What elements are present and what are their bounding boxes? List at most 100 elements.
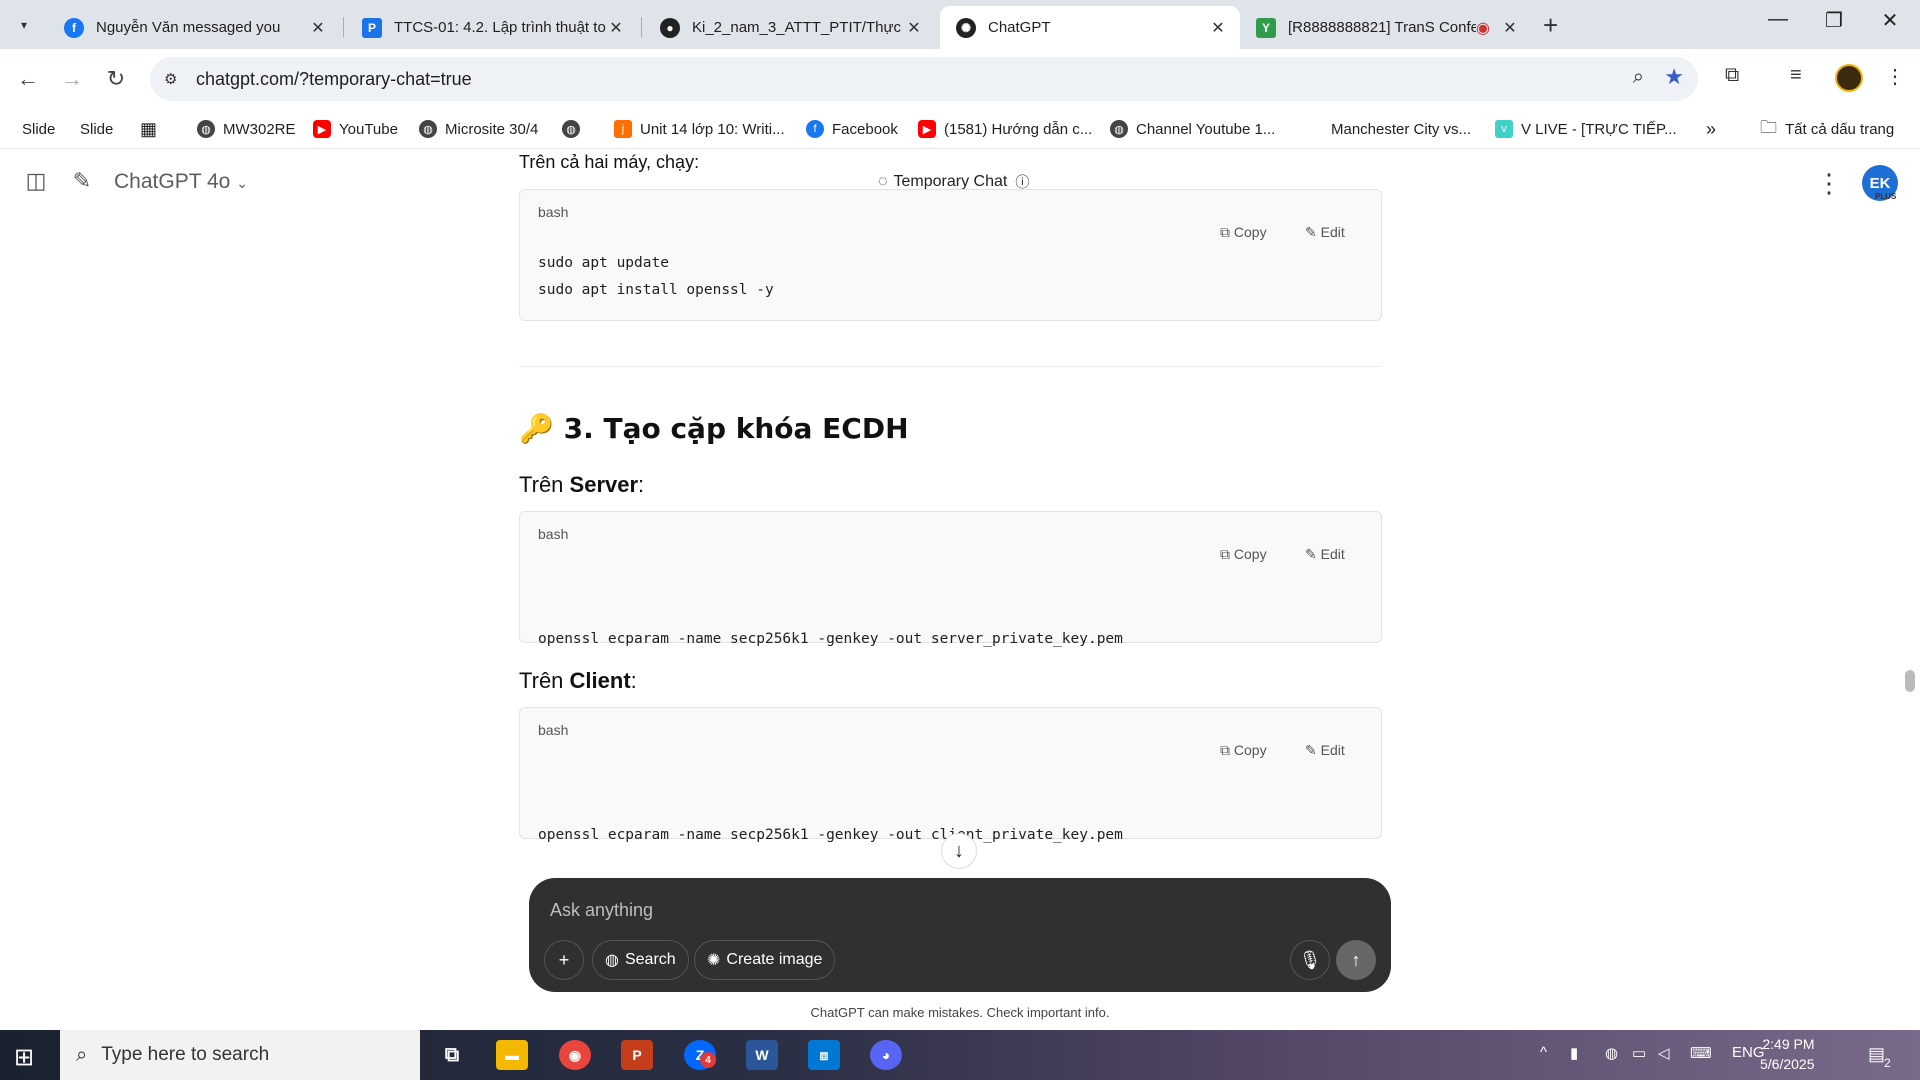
- volume-icon[interactable]: ◁: [1658, 1044, 1670, 1062]
- edit-button[interactable]: ✎ Edit: [1305, 224, 1345, 241]
- bookmark-globe[interactable]: ◍: [562, 117, 588, 141]
- page-scrollbar[interactable]: [1905, 670, 1915, 692]
- all-bookmarks[interactable]: 🗀 Tất cả dấu trang: [1760, 117, 1894, 141]
- tray-chevron-icon[interactable]: ^: [1540, 1044, 1547, 1061]
- globe-icon: ◍: [197, 120, 215, 138]
- globe-icon: ◍: [419, 120, 437, 138]
- address-bar[interactable]: ⚙ chatgpt.com/?temporary-chat=true ⌕ ★: [150, 57, 1698, 101]
- code-block-client: bash ⧉ Copy ✎ Edit openssl ecparam -name…: [519, 707, 1382, 924]
- extensions-icon[interactable]: ⧉: [1725, 64, 1739, 87]
- search-button[interactable]: ◍ Search: [592, 940, 689, 980]
- server-heading: Trên Server:: [519, 472, 645, 497]
- menu-dots-icon[interactable]: ⋮: [1885, 64, 1905, 89]
- copy-button[interactable]: ⧉ Copy: [1220, 742, 1267, 759]
- discord-icon[interactable]: ◕: [870, 1040, 902, 1070]
- new-tab-icon[interactable]: +: [1543, 10, 1558, 41]
- tab-search-icon[interactable]: ▾: [11, 12, 37, 38]
- copy-button[interactable]: ⧉ Copy: [1220, 546, 1267, 563]
- globe-icon: ◍: [1110, 120, 1128, 138]
- bookmarks-bar: Slide Slide ▦ ◍ MW302RE ▶ YouTube ◍ Microsi…: [0, 109, 1920, 149]
- model-selector[interactable]: ChatGPT 4o ⌄: [114, 170, 248, 194]
- site-info-icon[interactable]: ⚙: [164, 70, 192, 88]
- tab-facebook[interactable]: f Nguyễn Văn messaged you ✕: [48, 6, 340, 49]
- sidebar-toggle-icon[interactable]: ◫: [22, 168, 50, 196]
- globe-icon: ◍: [605, 952, 619, 969]
- close-icon[interactable]: ✕: [308, 18, 328, 38]
- notification-icon[interactable]: ▤: [1868, 1044, 1885, 1065]
- taskbar-search[interactable]: ⌕ Type here to search: [60, 1030, 420, 1080]
- file-explorer-icon[interactable]: ▬: [496, 1040, 528, 1070]
- tab-chatgpt[interactable]: ✺ ChatGPT ✕: [940, 6, 1240, 49]
- new-chat-icon[interactable]: ✎: [68, 168, 96, 196]
- minimize-icon[interactable]: —: [1758, 8, 1798, 31]
- media-control-icon[interactable]: ≡: [1790, 64, 1802, 87]
- chrome-icon[interactable]: ◉: [559, 1040, 591, 1070]
- code-block-server: bash ⧉ Copy ✎ Edit openssl ecparam -name…: [519, 511, 1382, 728]
- windows-start-icon[interactable]: ⊞: [14, 1043, 34, 1072]
- apps-grid-icon[interactable]: ▦: [140, 117, 157, 141]
- copy-button[interactable]: ⧉ Copy: [1220, 224, 1267, 241]
- j-icon: j: [614, 120, 632, 138]
- restore-icon[interactable]: ❐: [1814, 8, 1854, 33]
- divider: [519, 366, 1382, 367]
- bookmark-star-icon[interactable]: ★: [1664, 64, 1684, 90]
- bookmark-youtube[interactable]: ▶ YouTube: [313, 117, 398, 141]
- send-arrow-icon[interactable]: ↑: [1336, 940, 1376, 980]
- tab-strip: ▾ f Nguyễn Văn messaged you ✕ P TTCS-01:…: [0, 0, 1920, 49]
- create-image-button[interactable]: ✺ Create image: [694, 940, 836, 980]
- bookmark-unit14[interactable]: j Unit 14 lớp 10: Writi...: [614, 117, 785, 141]
- task-view-icon[interactable]: ⧉: [436, 1040, 468, 1070]
- more-bookmarks-icon[interactable]: »: [1706, 117, 1716, 141]
- bookmark-huong-dan[interactable]: ▶ (1581) Hướng dẫn c...: [918, 117, 1092, 141]
- tab-github[interactable]: ● Ki_2_nam_3_ATTT_PTIT/Thực tậ… ✕: [644, 6, 936, 49]
- bookmark-channel-youtube[interactable]: ◍ Channel Youtube 1...: [1110, 117, 1275, 141]
- zoom-icon[interactable]: ⌕: [1633, 66, 1644, 89]
- bookmark-facebook[interactable]: f Facebook: [806, 117, 898, 141]
- close-icon[interactable]: ✕: [606, 18, 626, 38]
- openai-icon: ✺: [956, 17, 976, 38]
- reload-icon[interactable]: ↻: [100, 63, 132, 95]
- client-heading: Trên Client:: [519, 668, 637, 693]
- forward-icon[interactable]: →: [56, 63, 88, 95]
- search-icon: ⌕: [76, 1043, 88, 1066]
- folder-icon: 🗀: [1760, 117, 1777, 137]
- tab-trans-conference[interactable]: Y [R8888888821] TranS Confe… ◉ ✕: [1240, 6, 1532, 49]
- profile-avatar[interactable]: [1835, 64, 1863, 92]
- keyboard-icon[interactable]: ⌨: [1690, 1044, 1712, 1062]
- scroll-down-button[interactable]: ↓: [941, 833, 977, 869]
- intro-text: Trên cả hai máy, chạy:: [519, 152, 700, 172]
- back-icon[interactable]: ←: [12, 63, 44, 95]
- tab-ttcs[interactable]: P TTCS-01: 4.2. Lập trình thuật to… ✕: [346, 6, 638, 49]
- bookmark-vlive[interactable]: vV LIVE - [TRỰC TIẾP...: [1495, 117, 1677, 141]
- close-icon[interactable]: ✕: [1500, 18, 1520, 38]
- window-close-icon[interactable]: ✕: [1870, 8, 1910, 33]
- network-icon[interactable]: ◍: [1605, 1044, 1618, 1062]
- facebook-icon: f: [64, 17, 84, 38]
- bookmark-mw302re[interactable]: ◍ MW302RE: [197, 117, 296, 141]
- more-options-icon[interactable]: ⋮: [1816, 168, 1842, 199]
- bookmark-slide-2[interactable]: Slide: [80, 117, 113, 141]
- bookmark-manchester[interactable]: Manchester City vs...: [1305, 117, 1471, 141]
- edit-button[interactable]: ✎ Edit: [1305, 742, 1345, 759]
- close-icon[interactable]: ✕: [904, 18, 924, 38]
- microphone-icon[interactable]: 🎙: [1290, 940, 1330, 980]
- edit-button[interactable]: ✎ Edit: [1305, 546, 1345, 563]
- blank-page-icon: [1305, 120, 1323, 138]
- battery-icon[interactable]: ▭: [1632, 1044, 1646, 1062]
- word-icon[interactable]: W: [746, 1040, 778, 1070]
- powerpoint-icon[interactable]: P: [621, 1040, 653, 1070]
- disclaimer-text: ChatGPT can make mistakes. Check importa…: [810, 1005, 1110, 1020]
- clock[interactable]: 2:49 PM 5/6/2025: [1760, 1034, 1815, 1074]
- zalo-badge: 4: [700, 1052, 716, 1068]
- y-icon: Y: [1256, 17, 1276, 38]
- plus-badge: PLUS: [1875, 192, 1897, 201]
- message-input[interactable]: Ask anything: [550, 900, 653, 921]
- message-composer[interactable]: Ask anything + ◍ Search ✺ Create image 🎙 ↑: [529, 878, 1391, 992]
- attach-plus-icon[interactable]: +: [544, 940, 584, 980]
- code-block: bash ⧉ Copy ✎ Edit sudo apt update sudo a…: [519, 189, 1382, 321]
- bookmark-microsite[interactable]: ◍ Microsite 30/4: [419, 117, 538, 141]
- bookmark-slide-1[interactable]: Slide: [22, 117, 55, 141]
- palette-icon: ✺: [707, 952, 721, 969]
- remote-desktop-icon[interactable]: ⧈: [808, 1040, 840, 1070]
- close-icon[interactable]: ✕: [1208, 18, 1228, 38]
